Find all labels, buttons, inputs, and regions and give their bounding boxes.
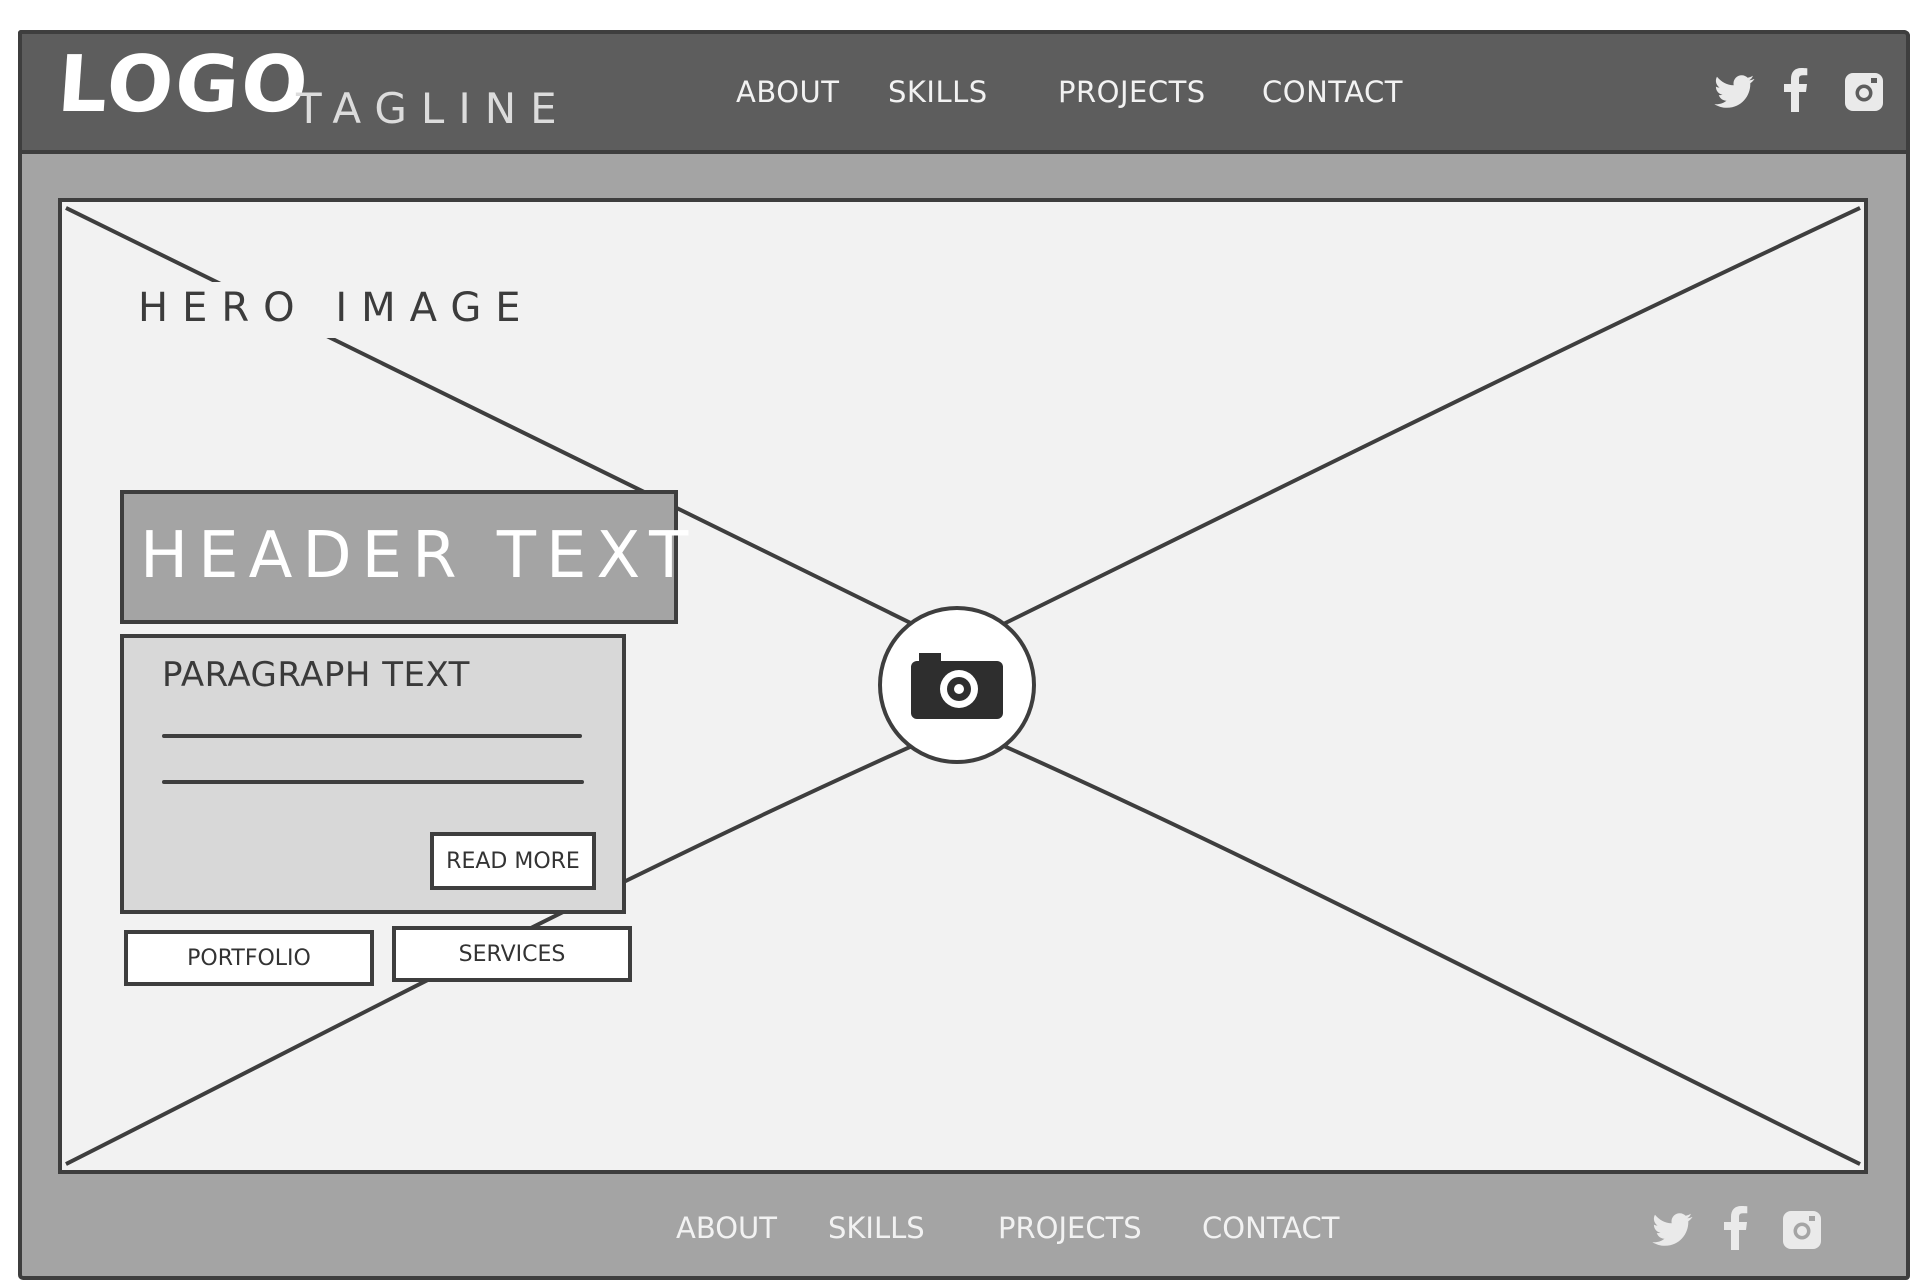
nav-link-contact[interactable]: CONTACT xyxy=(1262,78,1403,107)
footer-nav-link-about[interactable]: ABOUT xyxy=(676,1214,777,1243)
footer-nav-link-skills[interactable]: SKILLS xyxy=(828,1214,925,1243)
paragraph-line xyxy=(162,734,582,738)
facebook-icon[interactable] xyxy=(1712,1204,1760,1252)
camera-icon xyxy=(878,606,1036,764)
tagline: TAGLINE xyxy=(296,84,571,133)
hero-image-label: HERO IMAGE xyxy=(138,282,565,338)
header-text-box: HEADER TEXT xyxy=(120,490,688,624)
paragraph-text: PARAGRAPH TEXT xyxy=(162,655,470,695)
portfolio-button[interactable]: PORTFOLIO xyxy=(124,930,374,986)
facebook-icon[interactable] xyxy=(1772,66,1820,114)
footer-nav-link-projects[interactable]: PROJECTS xyxy=(998,1214,1142,1243)
twitter-icon[interactable] xyxy=(1710,68,1758,116)
instagram-icon[interactable] xyxy=(1778,1206,1826,1254)
nav-link-skills[interactable]: SKILLS xyxy=(888,78,988,107)
paragraph-box: PARAGRAPH TEXT READ MORE xyxy=(120,634,626,914)
nav-link-about[interactable]: ABOUT xyxy=(736,78,840,107)
logo[interactable]: LOGO xyxy=(55,40,313,130)
header-text: HEADER TEXT xyxy=(140,519,699,593)
nav-link-projects[interactable]: PROJECTS xyxy=(1058,78,1206,107)
read-more-button[interactable]: READ MORE xyxy=(430,832,596,890)
services-button[interactable]: SERVICES xyxy=(392,926,632,982)
paragraph-line xyxy=(162,780,584,784)
twitter-icon[interactable] xyxy=(1648,1206,1696,1254)
instagram-icon[interactable] xyxy=(1840,68,1888,116)
footer-nav-link-contact[interactable]: CONTACT xyxy=(1202,1214,1340,1243)
